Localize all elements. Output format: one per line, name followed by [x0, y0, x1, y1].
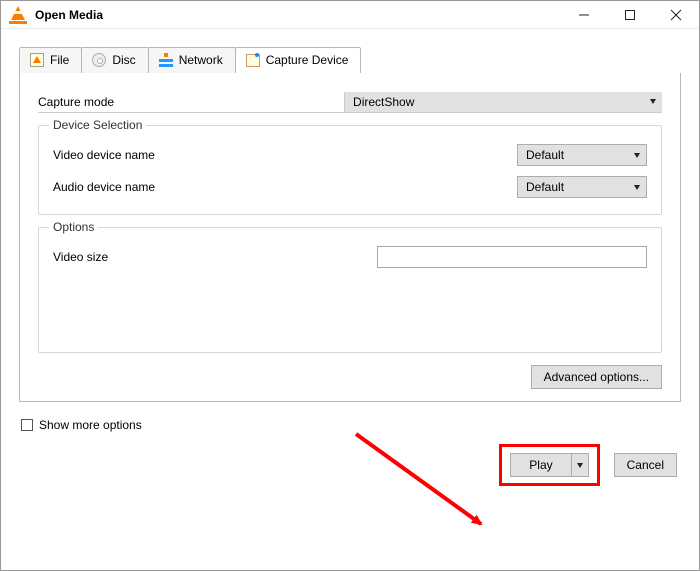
tab-network[interactable]: Network [148, 47, 236, 73]
capture-mode-row: Capture mode DirectShow [38, 91, 662, 113]
tab-label: Disc [112, 53, 135, 67]
video-size-input[interactable] [377, 246, 647, 268]
device-selection-legend: Device Selection [49, 118, 146, 132]
disc-icon [92, 53, 106, 67]
capture-mode-label: Capture mode [38, 95, 114, 109]
advanced-options-label: Advanced options... [544, 370, 649, 384]
audio-device-select[interactable]: Default [517, 176, 647, 198]
play-label: Play [529, 458, 552, 472]
video-device-select[interactable]: Default [517, 144, 647, 166]
cancel-label: Cancel [627, 458, 664, 472]
video-size-label: Video size [53, 250, 108, 264]
chevron-down-icon [634, 153, 640, 158]
window-title: Open Media [35, 8, 103, 22]
video-device-value: Default [526, 148, 564, 162]
play-dropdown-button[interactable] [572, 453, 589, 477]
options-group: Options Video size [38, 227, 662, 353]
dialog-footer: Play Cancel [19, 440, 681, 498]
vlc-logo-icon [9, 6, 27, 24]
file-icon [30, 53, 44, 67]
checkbox-icon [21, 419, 33, 431]
tabstrip: File Disc Network Capture Device [19, 47, 681, 73]
show-more-options-label: Show more options [39, 418, 142, 432]
capture-device-icon [246, 53, 260, 67]
capture-mode-value: DirectShow [353, 95, 414, 109]
chevron-down-icon [577, 463, 583, 468]
open-media-window: Open Media File Disc Network [0, 0, 700, 571]
play-button[interactable]: Play [510, 453, 571, 477]
titlebar: Open Media [1, 1, 699, 29]
tab-file[interactable]: File [19, 47, 82, 73]
network-icon [159, 53, 173, 67]
options-legend: Options [49, 220, 98, 234]
highlight-annotation: Play [499, 444, 599, 486]
chevron-down-icon [650, 99, 656, 104]
video-device-label: Video device name [53, 148, 155, 162]
minimize-button[interactable] [561, 1, 607, 29]
capture-panel: Capture mode DirectShow Device Selection… [19, 73, 681, 402]
capture-mode-select[interactable]: DirectShow [344, 92, 662, 112]
device-selection-group: Device Selection Video device name Defau… [38, 125, 662, 215]
chevron-down-icon [634, 185, 640, 190]
tab-label: Network [179, 53, 223, 67]
tab-capture-device[interactable]: Capture Device [235, 47, 362, 73]
show-more-options[interactable]: Show more options [21, 418, 681, 432]
tab-disc[interactable]: Disc [81, 47, 148, 73]
maximize-button[interactable] [607, 1, 653, 29]
tab-label: File [50, 53, 69, 67]
advanced-options-button[interactable]: Advanced options... [531, 365, 662, 389]
cancel-button[interactable]: Cancel [614, 453, 677, 477]
tab-label: Capture Device [266, 53, 349, 67]
audio-device-label: Audio device name [53, 180, 155, 194]
close-button[interactable] [653, 1, 699, 29]
audio-device-value: Default [526, 180, 564, 194]
client-area: File Disc Network Capture Device Capture… [1, 29, 699, 570]
